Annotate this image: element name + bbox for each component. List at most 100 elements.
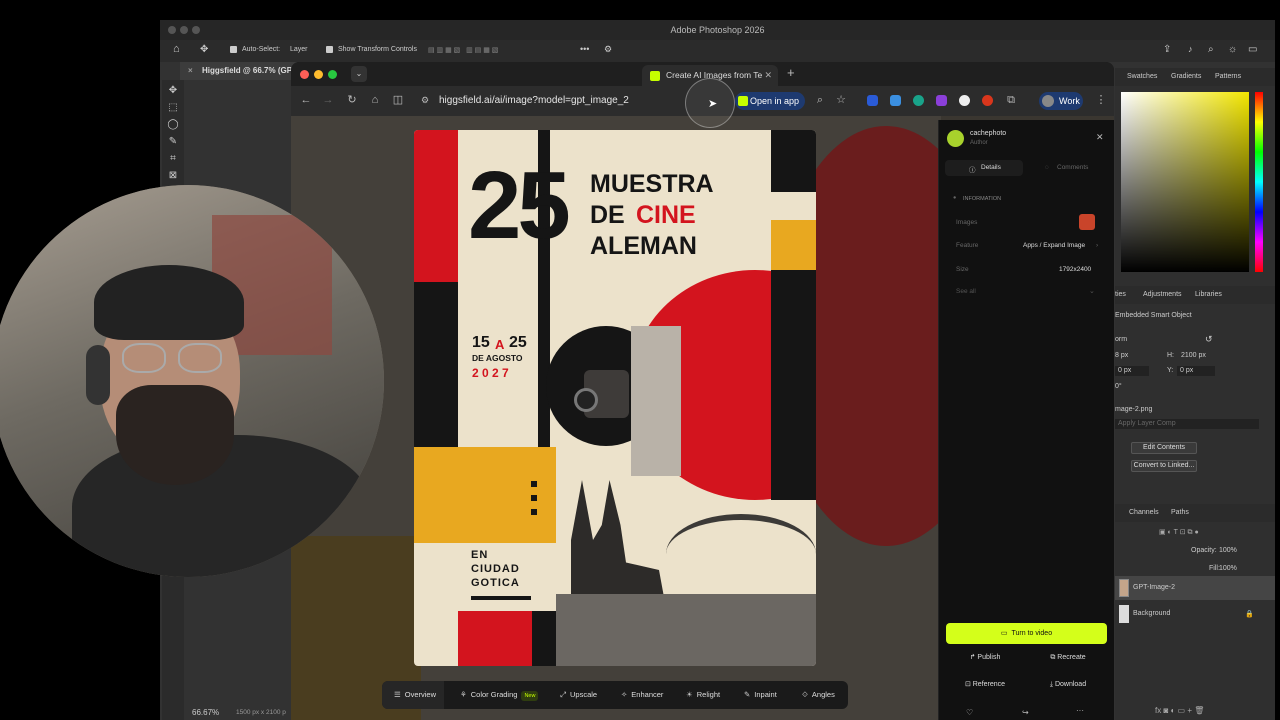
tab-close-icon[interactable]: ✕ (764, 65, 772, 86)
zoom-level[interactable]: 66.67% (192, 708, 219, 717)
tab-adjustments[interactable]: Adjustments (1143, 291, 1182, 298)
color-picker-field[interactable] (1121, 92, 1249, 272)
gear-icon[interactable]: ⚙ (604, 44, 612, 55)
tab-comments[interactable]: ◌ Comments (1029, 160, 1107, 176)
reference-button[interactable]: ⊡ Reference (946, 675, 1024, 695)
close-window-dot[interactable] (300, 70, 309, 79)
crop-icon[interactable]: ⌗ (166, 153, 180, 165)
layer-row-gpt-image[interactable]: GPT-Image-2 (1115, 576, 1275, 600)
more-options-icon[interactable]: ••• (580, 44, 589, 54)
home-icon[interactable]: ⌂ (369, 94, 381, 106)
frame-icon[interactable]: ⊠ (166, 170, 180, 182)
see-all-link[interactable]: See all (956, 288, 976, 295)
tool-overview[interactable]: ☰ Overview (382, 681, 444, 709)
edit-contents-button[interactable]: Edit Contents (1131, 442, 1197, 454)
reset-transform-icon[interactable]: ↺ (1205, 334, 1213, 345)
tab-libraries[interactable]: Libraries (1195, 291, 1222, 298)
show-transform-checkbox[interactable] (326, 46, 333, 53)
author-name[interactable]: cachephoto (970, 130, 1006, 137)
more-icon[interactable]: ··· (1076, 706, 1084, 715)
search-icon[interactable]: ⌕ (1208, 44, 1214, 55)
back-icon[interactable]: ← (300, 94, 312, 106)
bookmark-star-icon[interactable]: ☆ (835, 94, 847, 106)
open-in-app-button[interactable]: Open in app (735, 92, 805, 110)
home-icon[interactable]: ⌂ (173, 43, 180, 55)
y-value[interactable]: 0 px (1177, 366, 1215, 376)
convert-linked-button[interactable]: Convert to Linked... (1131, 460, 1197, 472)
tab-details[interactable]: ⓘ Details (945, 160, 1023, 176)
tab-properties[interactable]: ties (1115, 291, 1126, 298)
marquee-icon[interactable]: ⬚ (166, 102, 180, 114)
tool-enhancer[interactable]: ✧ Enhancer (621, 681, 663, 709)
tab-list-chevron-icon[interactable]: ⌄ (351, 66, 367, 82)
tool-angles[interactable]: ⟐ Angles (802, 681, 835, 709)
opacity-value[interactable]: 100% (1219, 547, 1237, 554)
extension-2-icon[interactable] (890, 95, 901, 106)
align-icons[interactable]: ▤ ▥ ▦ ▧ ▥ ▤ ▦ ▧ (428, 46, 498, 54)
sidebar-icon[interactable]: ◫ (392, 94, 404, 106)
forward-icon[interactable]: → (322, 94, 334, 106)
maximize-window-dot[interactable] (328, 70, 337, 79)
move-icon[interactable]: ✥ (166, 85, 180, 97)
hue-slider[interactable] (1255, 92, 1263, 272)
feature-value[interactable]: Apps / Expand Image (1023, 242, 1085, 249)
tab-channels[interactable]: Channels (1129, 509, 1159, 516)
move-tool-icon[interactable]: ✥ (200, 44, 208, 55)
x-value[interactable]: 0 px (1115, 366, 1149, 376)
generated-poster-image[interactable]: 25 MUESTRA DE CINE ALEMAN 15 A 25 DE AGO… (414, 130, 816, 666)
browser-menu-icon[interactable]: ⋮ (1095, 94, 1107, 106)
extensions-puzzle-icon[interactable]: ⧉ (1005, 94, 1017, 106)
auto-select-checkbox[interactable] (230, 46, 237, 53)
url-field[interactable]: higgsfield.ai/ai/image?model=gpt_image_2 (439, 95, 629, 106)
extension-6-icon[interactable] (982, 95, 993, 106)
author-avatar[interactable] (947, 130, 964, 147)
tab-paths[interactable]: Paths (1171, 509, 1189, 516)
source-image-thumbnail[interactable] (1079, 214, 1095, 230)
brush-icon[interactable]: ✎ (166, 136, 180, 148)
window-minimize-dot[interactable] (180, 26, 188, 34)
fill-value[interactable]: 100% (1219, 565, 1237, 572)
download-button[interactable]: ⤓ Download (1029, 675, 1107, 695)
bell-icon[interactable]: ♪ (1188, 44, 1193, 54)
tool-inpaint[interactable]: ✎ Inpaint (744, 681, 777, 709)
recreate-button[interactable]: ⧉ Recreate (1029, 648, 1107, 668)
publish-button[interactable]: ↱ Publish (946, 648, 1024, 668)
width-value[interactable]: 8 px (1115, 352, 1128, 359)
layer-filter-icons[interactable]: ▣ ◐ T ⊡ ⧉ ● (1159, 528, 1199, 537)
close-panel-icon[interactable]: ✕ (1096, 132, 1104, 143)
tab-patterns[interactable]: Patterns (1215, 73, 1241, 80)
share-icon[interactable]: ↪ (1022, 708, 1029, 717)
layer-actions-icons[interactable]: fx ◙ ◐ ▭ + 🗑 (1155, 706, 1204, 715)
tool-relight-label: Relight (696, 690, 721, 699)
tool-upscale[interactable]: ⤢ Upscale (560, 681, 597, 709)
lightbulb-icon[interactable]: ☼ (1228, 44, 1237, 55)
extension-3-icon[interactable] (913, 95, 924, 106)
share-icon[interactable]: ⇪ (1163, 44, 1171, 55)
minimize-window-dot[interactable] (314, 70, 323, 79)
turn-to-video-button[interactable]: ▭ Turn to video (946, 623, 1107, 644)
tab-gradients[interactable]: Gradients (1171, 73, 1201, 80)
reload-icon[interactable]: ↻ (346, 94, 358, 106)
tool-color-grading[interactable]: ⚘ Color Grading New (460, 681, 539, 709)
extension-4-icon[interactable] (936, 95, 947, 106)
height-value[interactable]: 2100 px (1181, 352, 1206, 359)
extension-5-icon[interactable] (959, 95, 970, 106)
tab-swatches[interactable]: Swatches (1127, 73, 1157, 80)
new-tab-icon[interactable]: + (787, 65, 795, 80)
window-close-dot[interactable] (168, 26, 176, 34)
workspace-icon[interactable]: ▭ (1248, 44, 1257, 55)
see-all-chevron-icon[interactable]: ⌄ (1089, 287, 1095, 295)
zoom-icon[interactable]: ⌕ (814, 94, 826, 106)
angle-value[interactable]: 0° (1115, 383, 1122, 390)
site-settings-icon[interactable]: ⚙ (419, 94, 431, 106)
like-icon[interactable]: ♡ (966, 708, 973, 717)
extension-1-icon[interactable] (867, 95, 878, 106)
profile-button[interactable]: Work (1039, 92, 1083, 110)
auto-select-dropdown[interactable]: Layer (290, 46, 308, 53)
layer-comp-select[interactable]: Apply Layer Comp (1115, 419, 1259, 429)
layer-row-background[interactable]: Background 🔒 (1115, 602, 1275, 626)
tool-relight[interactable]: ☀ Relight (686, 681, 720, 709)
lasso-icon[interactable]: ◯ (166, 119, 180, 131)
window-zoom-dot[interactable] (192, 26, 200, 34)
open-in-app-label: Open in app (750, 96, 800, 106)
